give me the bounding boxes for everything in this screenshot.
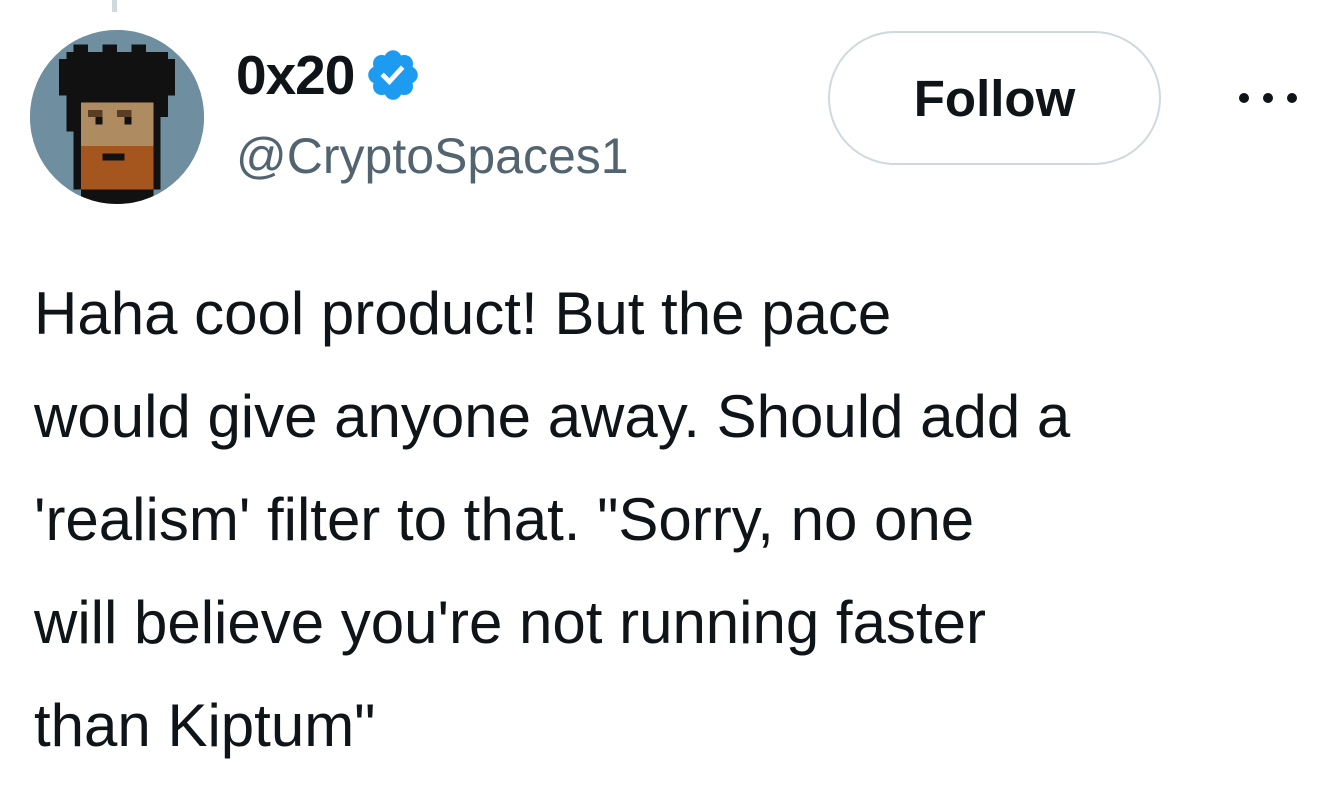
follow-button[interactable]: Follow: [828, 31, 1161, 165]
author-avatar[interactable]: [30, 30, 204, 204]
tweet-text-line: Haha cool product! But the pace: [34, 280, 892, 347]
tweet-text-line: would give anyone away. Should add a: [34, 383, 1071, 450]
tweet-text-line: will believe you're not running faster: [34, 589, 986, 656]
author-display-name[interactable]: 0x20: [236, 42, 355, 108]
thread-connector-line: [112, 0, 117, 12]
author-name-row: 0x20: [236, 42, 422, 108]
author-handle[interactable]: @CryptoSpaces1: [236, 126, 629, 186]
tweet-text: Haha cool product! But the pace would gi…: [34, 262, 1324, 777]
tweet-card: 0x20 @CryptoSpaces1 Follow Haha cool pro…: [0, 0, 1336, 790]
tweet-text-line: than Kiptum": [34, 692, 376, 759]
more-options-icon[interactable]: [1232, 82, 1304, 114]
verified-badge-icon[interactable]: [364, 46, 422, 104]
pixel-punk-avatar-icon: [30, 30, 204, 204]
tweet-text-line: 'realism' filter to that. "Sorry, no one: [34, 486, 975, 553]
